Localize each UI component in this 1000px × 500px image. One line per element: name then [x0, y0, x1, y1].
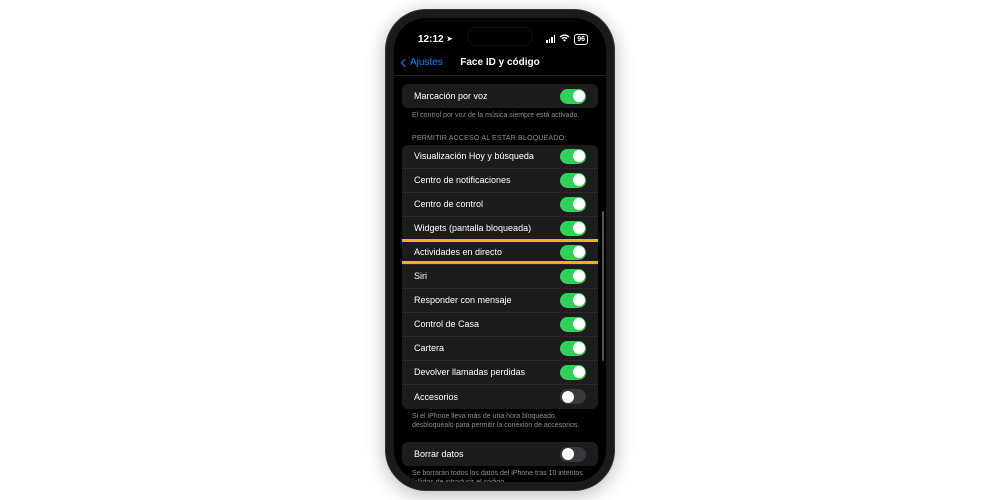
- voice-dial-group: Marcación por voz: [402, 84, 598, 108]
- back-button[interactable]: Ajustes: [402, 57, 443, 68]
- locked-row[interactable]: Cartera: [402, 337, 598, 361]
- row-toggle[interactable]: [560, 197, 586, 212]
- locked-row[interactable]: Siri: [402, 265, 598, 289]
- row-label: Borrar datos: [414, 449, 470, 459]
- row-toggle[interactable]: [560, 149, 586, 164]
- locked-row[interactable]: Centro de control: [402, 193, 598, 217]
- row-toggle[interactable]: [560, 173, 586, 188]
- row-label: Actividades en directo: [414, 247, 508, 257]
- locked-row[interactable]: Widgets (pantalla bloqueada): [402, 217, 598, 241]
- row-label: Centro de notificaciones: [414, 175, 517, 185]
- row-toggle[interactable]: [560, 293, 586, 308]
- locked-access-header: PERMITIR ACCESO AL ESTAR BLOQUEADO:: [394, 133, 606, 145]
- locked-row[interactable]: Responder con mensaje: [402, 289, 598, 313]
- row-label: Cartera: [414, 343, 450, 353]
- phone-frame: 12:12 ➤ 96 Ajustes Face ID y código: [386, 10, 614, 490]
- erase-data-row[interactable]: Borrar datos: [402, 442, 598, 466]
- row-label: Devolver llamadas perdidas: [414, 367, 531, 377]
- locked-row[interactable]: Actividades en directo: [402, 241, 598, 265]
- row-label: Accesorios: [414, 392, 464, 402]
- locked-access-group: Visualización Hoy y búsqueda Centro de no…: [402, 145, 598, 409]
- dynamic-island: [467, 27, 533, 46]
- erase-data-group: Borrar datos: [402, 442, 598, 466]
- erase-data-toggle[interactable]: [560, 447, 586, 462]
- row-label: Control de Casa: [414, 319, 485, 329]
- erase-data-footer: Se borrarán todos los datos del iPhone t…: [394, 466, 606, 482]
- voice-dial-row[interactable]: Marcación por voz: [402, 84, 598, 108]
- row-toggle[interactable]: [560, 269, 586, 284]
- locked-access-footer: Si el iPhone lleva más de una hora bloqu…: [394, 409, 606, 431]
- scroll-indicator[interactable]: [602, 211, 604, 361]
- row-label: Responder con mensaje: [414, 295, 518, 305]
- row-toggle[interactable]: [560, 389, 586, 404]
- row-label: Visualización Hoy y búsqueda: [414, 151, 540, 161]
- locked-row[interactable]: Centro de notificaciones: [402, 169, 598, 193]
- row-toggle[interactable]: [560, 365, 586, 380]
- locked-row[interactable]: Devolver llamadas perdidas: [402, 361, 598, 385]
- signal-icon: [546, 35, 555, 43]
- locked-row[interactable]: Visualización Hoy y búsqueda: [402, 145, 598, 169]
- row-label: Marcación por voz: [414, 91, 494, 101]
- status-time: 12:12: [418, 34, 444, 45]
- page-title: Face ID y código: [460, 57, 539, 68]
- voice-dial-toggle[interactable]: [560, 89, 586, 104]
- row-toggle[interactable]: [560, 221, 586, 236]
- row-toggle[interactable]: [560, 317, 586, 332]
- voice-dial-footer: El control por voz de la música siempre …: [394, 108, 606, 121]
- row-toggle[interactable]: [560, 341, 586, 356]
- settings-content: Marcación por voz El control por voz de …: [394, 76, 606, 482]
- row-toggle[interactable]: [560, 245, 586, 260]
- wifi-icon: [559, 34, 570, 45]
- location-icon: ➤: [447, 35, 453, 43]
- row-label: Siri: [414, 271, 433, 281]
- chevron-left-icon: [401, 58, 409, 66]
- battery-icon: 96: [574, 34, 588, 45]
- phone-screen: 12:12 ➤ 96 Ajustes Face ID y código: [394, 18, 606, 482]
- row-label: Widgets (pantalla bloqueada): [414, 223, 537, 233]
- back-label: Ajustes: [410, 57, 443, 68]
- locked-row[interactable]: Control de Casa: [402, 313, 598, 337]
- locked-row[interactable]: Accesorios: [402, 385, 598, 409]
- row-label: Centro de control: [414, 199, 489, 209]
- nav-bar: Ajustes Face ID y código: [394, 50, 606, 76]
